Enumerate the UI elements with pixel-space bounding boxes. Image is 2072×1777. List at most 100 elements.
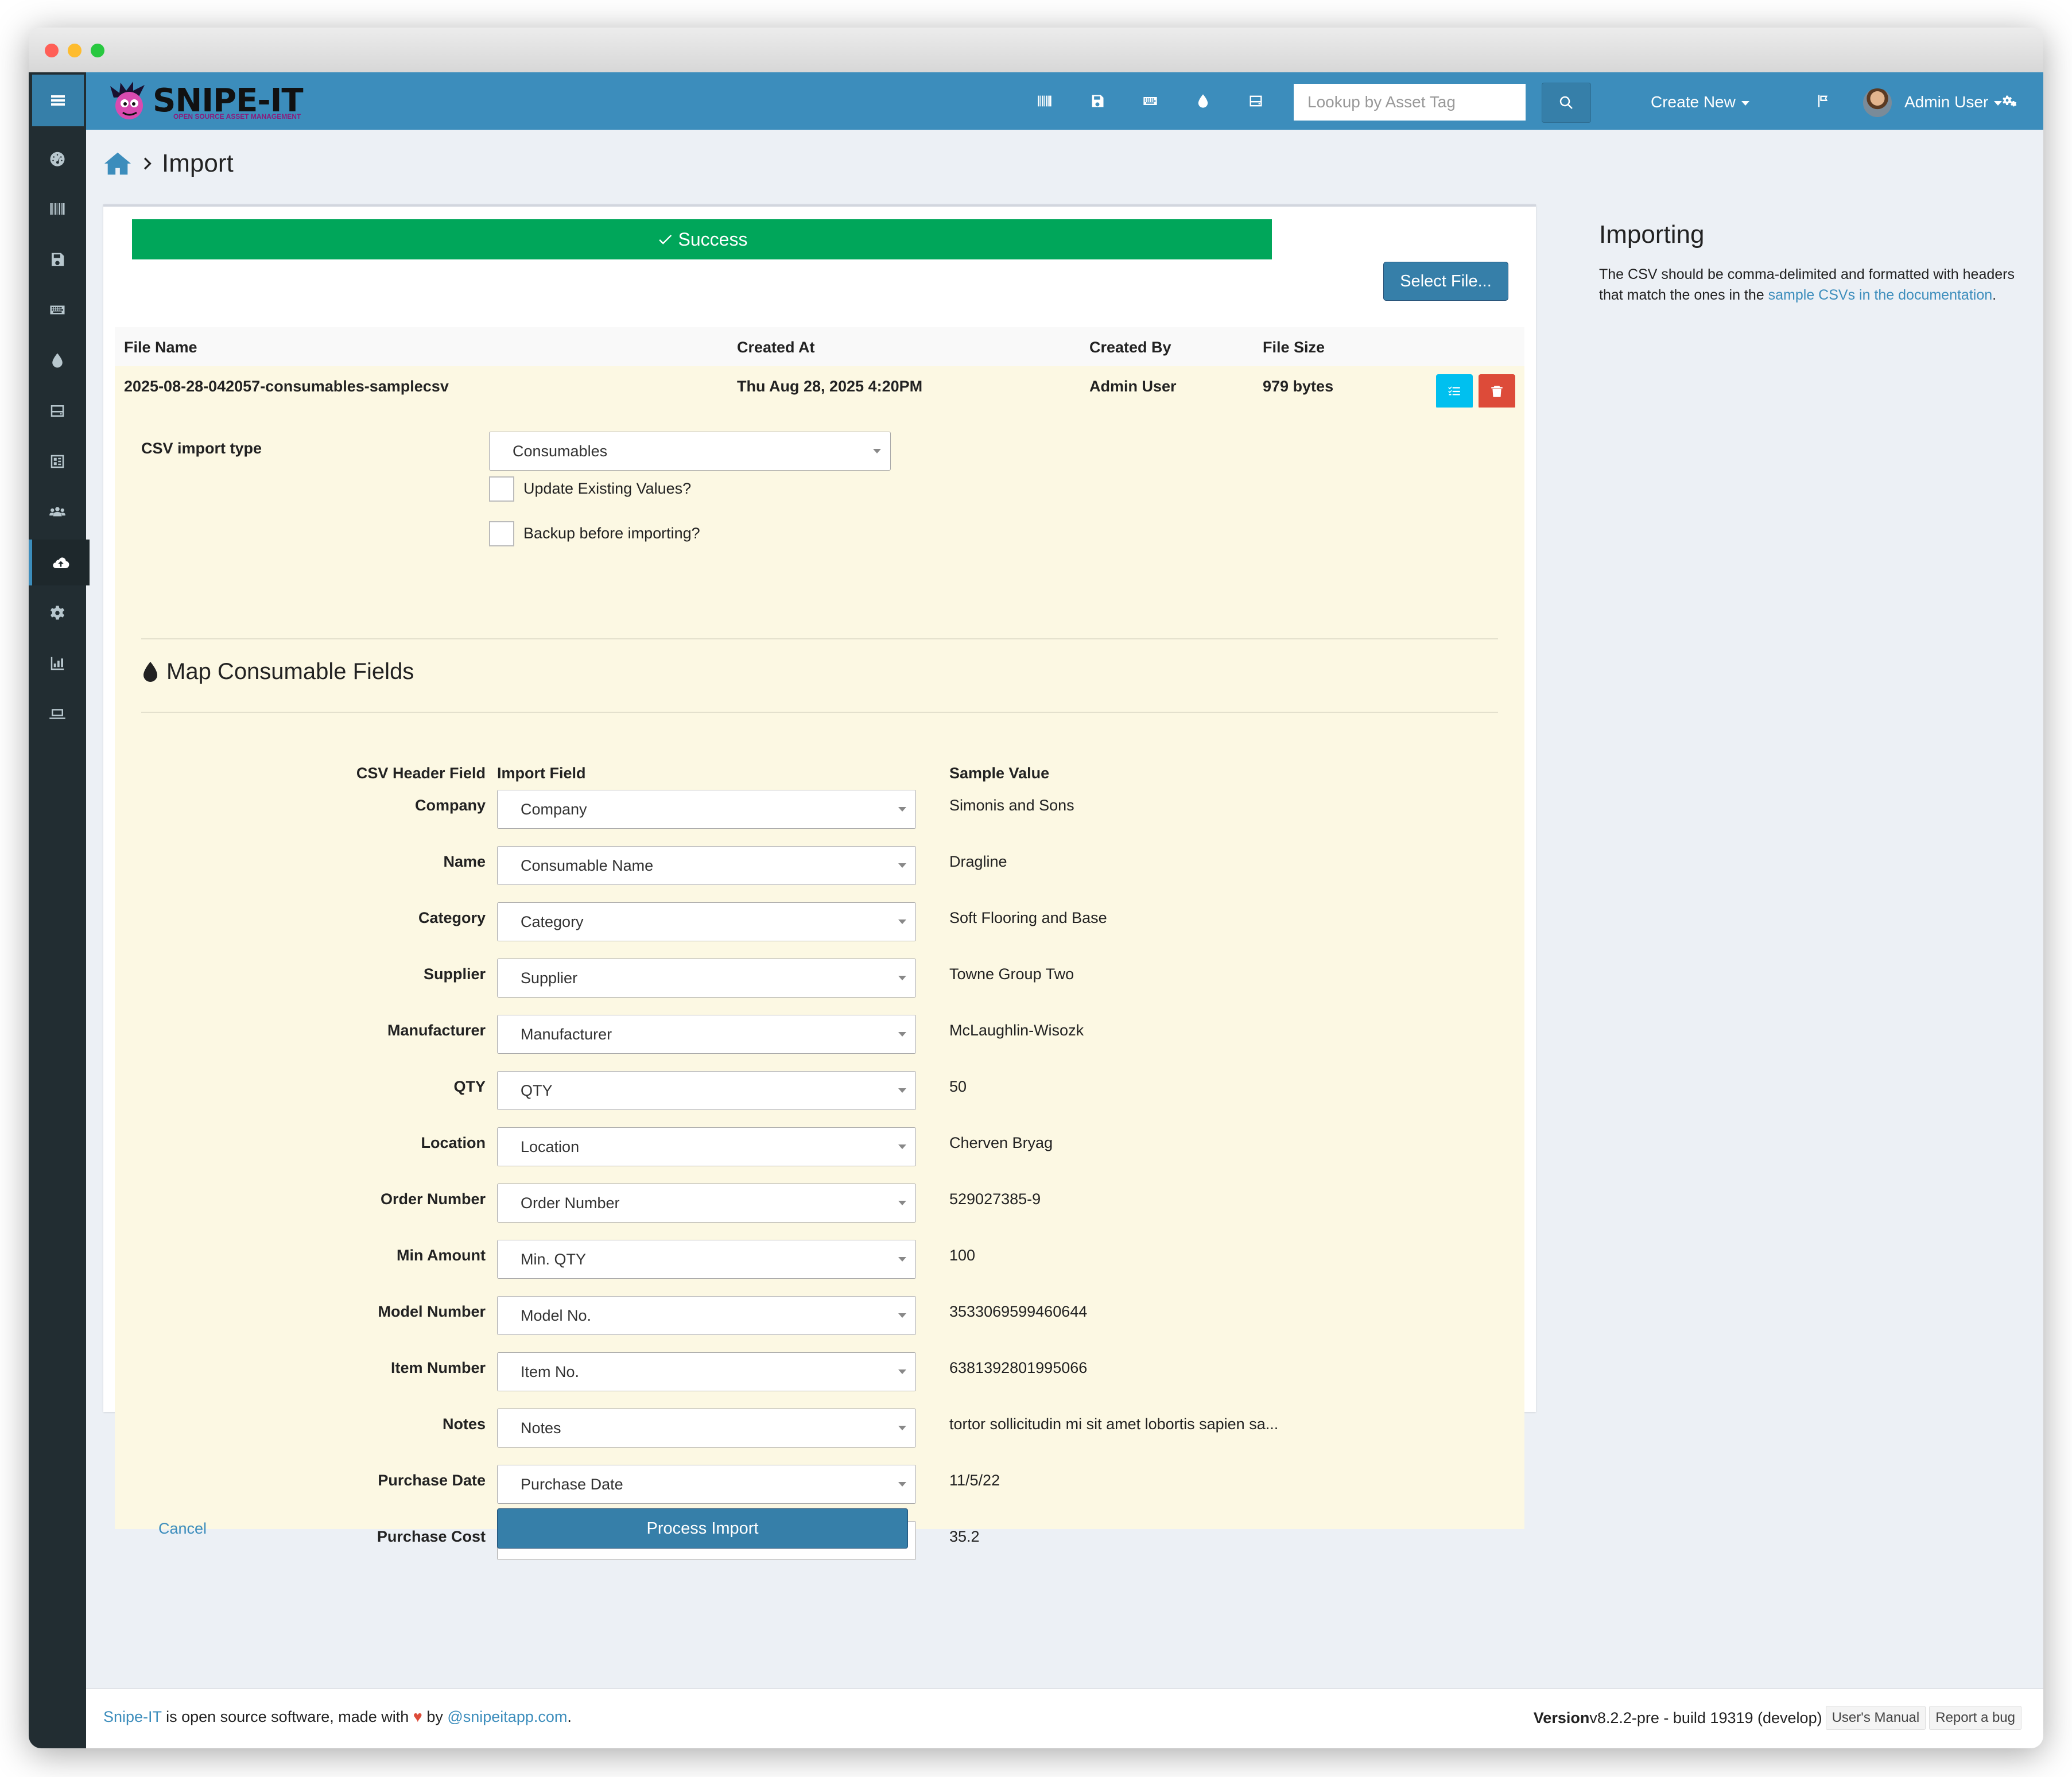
- users-manual-button[interactable]: User's Manual: [1825, 1706, 1926, 1730]
- nav-accessories-keyboard-icon[interactable]: [1139, 90, 1162, 112]
- import-field-value: Model No.: [521, 1306, 592, 1324]
- column-header-created-at[interactable]: Created At: [737, 339, 815, 356]
- sample-value: Soft Flooring and Base: [949, 909, 1107, 926]
- keyboard-icon[interactable]: [29, 287, 86, 333]
- help-text: The CSV should be comma-delimited and fo…: [1599, 264, 2035, 305]
- search-button[interactable]: [1542, 83, 1591, 123]
- import-field-select[interactable]: QTY: [497, 1071, 916, 1110]
- import-field-select[interactable]: Model No.: [497, 1296, 916, 1335]
- droplet-icon[interactable]: [29, 337, 86, 383]
- user-menu-dropdown[interactable]: Admin User: [1904, 86, 2003, 118]
- file-size-cell: 979 bytes: [1263, 378, 1334, 395]
- app-window: SNIPE-IT OPEN SOURCE ASSET MANAGEMENT Cr…: [29, 28, 2043, 1748]
- nav-assets-barcode-icon[interactable]: [1033, 90, 1056, 112]
- create-new-dropdown[interactable]: Create New: [1651, 86, 1749, 118]
- file-name-cell: 2025-08-28-042057-consumables-samplecsv: [124, 378, 449, 395]
- import-field-value: QTY: [521, 1081, 553, 1099]
- import-field-select[interactable]: Item No.: [497, 1352, 916, 1391]
- user-name: Admin User: [1904, 93, 1989, 111]
- top-navbar: SNIPE-IT OPEN SOURCE ASSET MANAGEMENT Cr…: [86, 72, 2043, 130]
- import-field-select[interactable]: Min. QTY: [497, 1240, 916, 1279]
- report-bug-button[interactable]: Report a bug: [1929, 1706, 2021, 1730]
- csv-header-label: Supplier: [423, 965, 486, 983]
- app-logo[interactable]: SNIPE-IT OPEN SOURCE ASSET MANAGEMENT: [109, 79, 304, 123]
- gear-icon[interactable]: [29, 590, 86, 636]
- dashboard-icon[interactable]: [29, 135, 86, 181]
- import-field-value: Notes: [521, 1419, 561, 1437]
- hard-drive-icon[interactable]: [29, 388, 86, 434]
- logo-subtitle: OPEN SOURCE ASSET MANAGEMENT: [173, 112, 301, 121]
- breadcrumb: Import: [103, 149, 234, 178]
- nav-consumables-droplet-icon[interactable]: [1192, 90, 1215, 112]
- sample-value: 35.2: [949, 1528, 980, 1545]
- window-minimize-button[interactable]: [68, 44, 82, 57]
- sidebar: [29, 72, 90, 1748]
- window-close-button[interactable]: [45, 44, 59, 57]
- divider: [141, 638, 1498, 639]
- barcode-icon[interactable]: [29, 186, 86, 232]
- csv-header-label: Min Amount: [397, 1247, 486, 1264]
- footer-text: is open source software, made with: [161, 1708, 413, 1725]
- asset-tag-search-input[interactable]: [1294, 84, 1526, 121]
- delete-file-button[interactable]: [1479, 374, 1515, 409]
- snipeitapp-link[interactable]: @snipeitapp.com: [447, 1708, 567, 1725]
- create-new-label: Create New: [1651, 93, 1736, 111]
- created-at-cell: Thu Aug 28, 2025 4:20PM: [737, 378, 923, 395]
- flag-icon[interactable]: [1811, 90, 1834, 112]
- predefined-kits-icon[interactable]: [29, 439, 86, 484]
- home-icon[interactable]: [103, 151, 132, 176]
- laptop-icon[interactable]: [29, 691, 86, 737]
- import-field-select[interactable]: Manufacturer: [497, 1015, 916, 1054]
- import-field-select[interactable]: Supplier: [497, 959, 916, 998]
- import-field-select[interactable]: Company: [497, 790, 916, 829]
- droplet-icon: [143, 661, 157, 682]
- sidebar-toggle-button[interactable]: [32, 75, 84, 126]
- nav-components-hard-drive-icon[interactable]: [1244, 90, 1267, 112]
- table-row: 2025-08-28-042057-consumables-samplecsv …: [115, 366, 1524, 409]
- sample-value: Towne Group Two: [949, 965, 1074, 983]
- csv-header-label: Location: [421, 1134, 486, 1151]
- import-field-select[interactable]: Order Number: [497, 1184, 916, 1223]
- page-title: Import: [162, 149, 234, 177]
- import-field-select[interactable]: Consumable Name: [497, 846, 916, 885]
- list-check-icon: [1448, 386, 1460, 395]
- column-header-created-by[interactable]: Created By: [1089, 339, 1171, 356]
- column-header-file-size[interactable]: File Size: [1263, 339, 1325, 356]
- nav-licenses-floppy-icon[interactable]: [1086, 90, 1109, 112]
- divider: [141, 712, 1498, 713]
- import-field-select[interactable]: Notes: [497, 1409, 916, 1448]
- floppy-disk-icon[interactable]: [29, 236, 86, 282]
- cloud-upload-icon[interactable]: [29, 540, 90, 585]
- column-header-file-name[interactable]: File Name: [124, 339, 197, 356]
- process-file-button[interactable]: [1436, 374, 1473, 409]
- sample-value: Cherven Bryag: [949, 1134, 1053, 1151]
- sample-value: 11/5/22: [949, 1472, 1000, 1489]
- help-text-end: .: [1992, 287, 1997, 303]
- import-field-select[interactable]: Purchase Date: [497, 1465, 916, 1504]
- csv-header-label: Order Number: [380, 1190, 486, 1208]
- backup-before-checkbox[interactable]: [489, 521, 514, 546]
- snipe-it-link[interactable]: Snipe-IT: [103, 1708, 162, 1725]
- import-field-select[interactable]: Category: [497, 902, 916, 941]
- sample-csvs-link[interactable]: sample CSVs in the documentation: [1768, 287, 1993, 303]
- csv-import-type-label: CSV import type: [141, 440, 262, 457]
- chart-icon[interactable]: [29, 641, 86, 686]
- import-field-value: Min. QTY: [521, 1250, 587, 1268]
- import-field-select[interactable]: Location: [497, 1127, 916, 1166]
- csv-header-label: Name: [443, 853, 486, 870]
- sample-value: 50: [949, 1078, 967, 1095]
- window-zoom-button[interactable]: [91, 44, 104, 57]
- select-file-button[interactable]: Select File...: [1383, 262, 1508, 301]
- process-import-button[interactable]: Process Import: [497, 1508, 908, 1549]
- cancel-link[interactable]: Cancel: [158, 1520, 207, 1538]
- sample-value: 6381392801995066: [949, 1359, 1088, 1376]
- sample-value: 529027385-9: [949, 1190, 1041, 1208]
- footer-version: Version v8.2.2-pre - build 19319 (develo…: [1534, 1706, 2021, 1730]
- csv-header-label: Model Number: [378, 1303, 486, 1320]
- update-existing-checkbox[interactable]: [489, 476, 514, 502]
- users-icon[interactable]: [29, 489, 86, 535]
- avatar[interactable]: [1863, 88, 1892, 117]
- importing-help: Importing The CSV should be comma-delimi…: [1599, 220, 2035, 305]
- admin-settings-gears-icon[interactable]: [1997, 90, 2020, 112]
- csv-import-type-select[interactable]: Consumables: [489, 432, 891, 471]
